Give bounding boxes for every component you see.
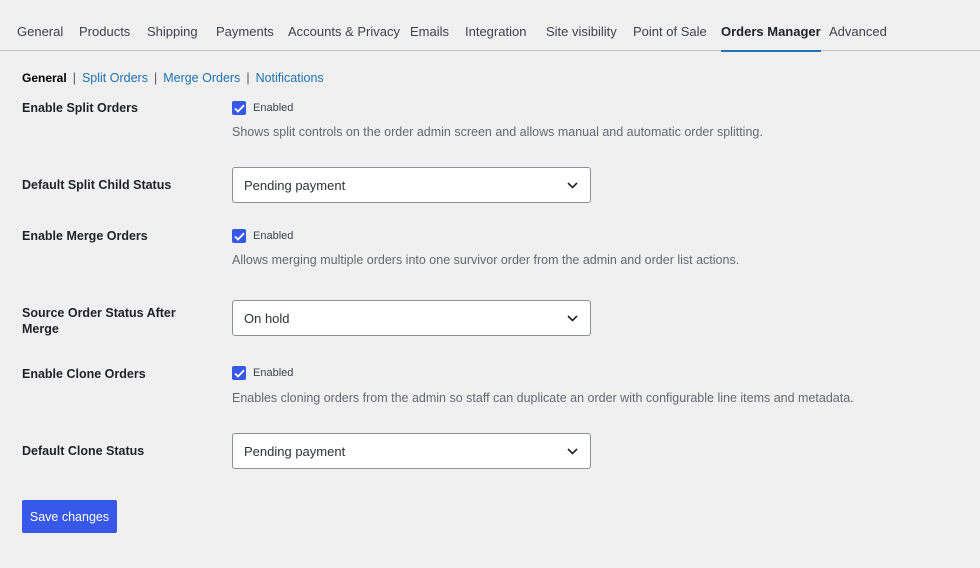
clone-status-select[interactable]: Pending payment [232, 433, 591, 469]
enable-clone-orders-label: Enable Clone Orders [22, 367, 146, 381]
enable-clone-orders-row: Enabled [232, 366, 293, 380]
tab-site-visibility[interactable]: Site visibility [546, 24, 617, 40]
enable-split-orders-checkbox[interactable] [232, 101, 246, 115]
enable-split-orders-checkbox-label: Enabled [253, 102, 294, 114]
save-changes-button[interactable]: Save changes [22, 500, 117, 533]
enable-merge-orders-checkbox-label: Enabled [253, 230, 294, 242]
clone-status-value: Pending payment [244, 443, 346, 459]
split-child-status-value: Pending payment [244, 177, 346, 193]
tab-general[interactable]: General [17, 24, 63, 40]
source-status-after-merge-select[interactable]: On hold [232, 300, 591, 336]
source-status-after-merge-value: On hold [244, 310, 290, 326]
subnav-current-general: General [22, 71, 67, 85]
enable-clone-orders-description: Enables cloning orders from the admin so… [232, 391, 854, 405]
subnav-link-split-orders[interactable]: Split Orders [82, 71, 148, 85]
tab-payments[interactable]: Payments [216, 24, 274, 40]
checkmark-icon [233, 232, 245, 241]
chevron-down-icon [567, 314, 578, 322]
chevron-down-icon [567, 181, 578, 189]
subnav-separator: | [246, 71, 250, 85]
enable-merge-orders-description: Allows merging multiple orders into one … [232, 253, 740, 267]
tab-products[interactable]: Products [79, 24, 130, 40]
tab-advanced[interactable]: Advanced [829, 24, 887, 40]
enable-split-orders-description: Shows split controls on the order admin … [232, 125, 763, 139]
enable-clone-orders-checkbox[interactable] [232, 366, 246, 380]
clone-status-label: Default Clone Status [22, 444, 145, 458]
tab-accounts-privacy[interactable]: Accounts & Privacy [288, 24, 400, 40]
tab-shipping[interactable]: Shipping [147, 24, 198, 40]
tab-point-of-sale[interactable]: Point of Sale [633, 24, 707, 40]
enable-clone-orders-checkbox-label: Enabled [253, 367, 294, 379]
source-status-after-merge-label: Source Order Status After Merge [22, 306, 176, 336]
chevron-down-icon [567, 447, 578, 455]
section-subnav: General | Split Orders | Merge Orders | Notifi… [22, 70, 324, 86]
enable-split-orders-label: Enable Split Orders [22, 101, 139, 115]
checkmark-icon [233, 104, 245, 113]
tab-emails[interactable]: Emails [410, 24, 449, 40]
enable-merge-orders-row: Enabled [232, 229, 293, 243]
tab-orders-manager[interactable]: Orders Manager [721, 24, 821, 52]
subnav-separator: | [72, 71, 76, 85]
subnav-separator: | [153, 71, 158, 85]
settings-tabs: General Products Shipping Payments Accou… [0, 0, 980, 52]
split-child-status-select[interactable]: Pending payment [232, 167, 591, 203]
enable-merge-orders-checkbox[interactable] [232, 229, 246, 243]
enable-split-orders-row: Enabled [232, 101, 293, 115]
enable-merge-orders-label: Enable Merge Orders [22, 229, 148, 243]
tab-integration[interactable]: Integration [465, 24, 526, 40]
subnav-link-notifications[interactable]: Notifications [256, 71, 324, 85]
split-child-status-label: Default Split Child Status [22, 178, 172, 192]
subnav-link-merge-orders[interactable]: Merge Orders [163, 71, 240, 85]
checkmark-icon [233, 369, 245, 378]
